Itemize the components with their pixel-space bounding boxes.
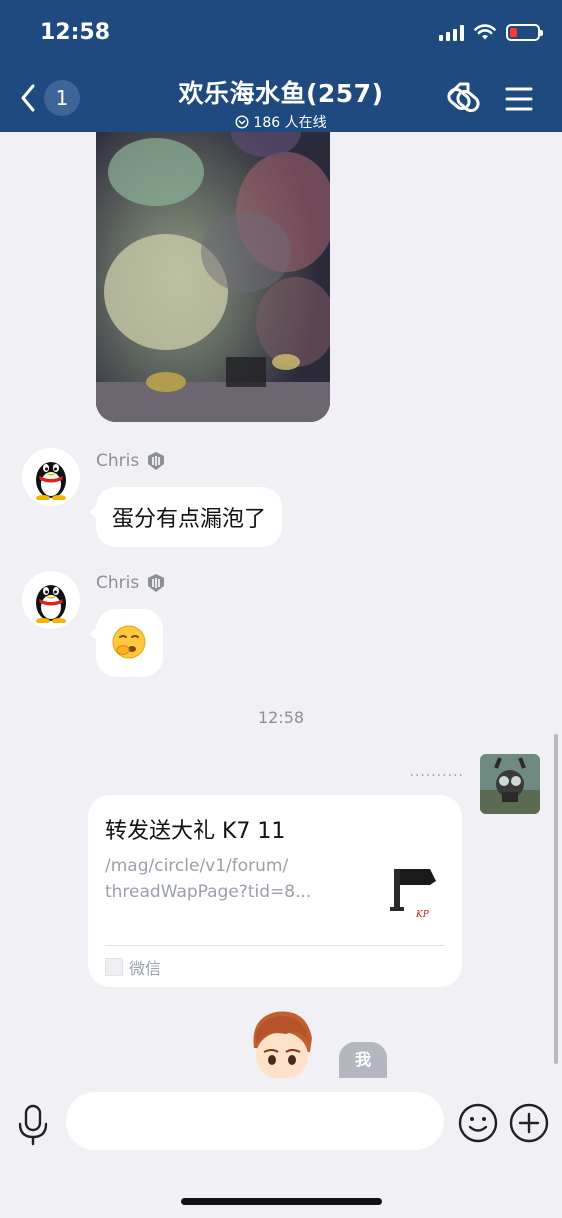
emoji-message-bubble[interactable] (89, 609, 163, 677)
chat-message-list[interactable]: Chris 蛋分有点漏泡了 Chris 12:58 ·········· 转发送… (0, 132, 562, 1078)
qq-penguin-icon (36, 462, 66, 500)
lamp-product-image: KP (382, 859, 444, 927)
online-count: 186 人在线 (253, 115, 327, 131)
card-source: 微信 (105, 955, 161, 979)
input-bar (0, 1078, 562, 1218)
aquarium-image-message[interactable] (96, 132, 330, 422)
cartoon-boy-sticker (253, 1011, 312, 1078)
source-app-icon (105, 958, 123, 976)
status-icons (439, 24, 543, 41)
smiley-icon[interactable] (458, 1103, 498, 1143)
me-label-badge: 我 (339, 1042, 387, 1078)
member-badge-icon (148, 574, 165, 592)
card-url-line-2: threadWapPage?tid=8... (105, 882, 312, 902)
header-bar: 12:58 1 欢乐海水鱼(257) 186 人在线 (0, 0, 562, 132)
member-badge-icon (148, 452, 165, 470)
shared-link-card[interactable]: 转发送大礼 K7 11 /mag/circle/v1/forum/ thread… (88, 795, 462, 987)
message-timestamp: 12:58 (257, 708, 305, 727)
plus-icon[interactable] (509, 1103, 549, 1143)
card-url: /mag/circle/v1/forum/ threadWapPage?tid=… (105, 853, 335, 905)
aquarium-photo (96, 132, 330, 422)
status-time: 12:58 (40, 20, 111, 45)
avatar[interactable] (22, 571, 80, 629)
sender-name-text: Chris (96, 573, 140, 593)
home-indicator[interactable] (181, 1198, 382, 1205)
card-source-label: 微信 (129, 959, 162, 978)
divider (105, 945, 445, 946)
microphone-icon[interactable] (16, 1104, 50, 1146)
sender-name: Chris (96, 450, 167, 472)
link-tag-icon[interactable] (444, 80, 482, 116)
message-text: 蛋分有点漏泡了 (112, 507, 267, 532)
yawn-emoji-icon (112, 625, 146, 659)
sending-indicator: ·········· (409, 768, 464, 784)
card-title: 转发送大礼 K7 11 (105, 819, 286, 844)
sender-name: Chris (96, 572, 167, 594)
user-photo (480, 754, 540, 814)
message-bubble[interactable]: 蛋分有点漏泡了 (88, 487, 283, 547)
cellular-signal-icon (439, 24, 464, 41)
scrollbar[interactable] (554, 734, 558, 1064)
message-input[interactable] (66, 1092, 444, 1150)
qq-penguin-icon (36, 585, 66, 623)
battery-icon (506, 24, 543, 41)
avatar[interactable] (22, 448, 80, 506)
menu-icon[interactable] (505, 86, 533, 112)
thumb-caption: KP (415, 910, 430, 920)
card-thumbnail: KP (382, 859, 444, 927)
cartoon-sticker-message[interactable] (246, 1008, 318, 1078)
my-avatar[interactable] (480, 754, 540, 814)
sender-name-text: Chris (96, 451, 140, 471)
wifi-icon (474, 24, 496, 40)
card-url-line-1: /mag/circle/v1/forum/ (105, 856, 289, 876)
online-check-icon (235, 115, 249, 129)
